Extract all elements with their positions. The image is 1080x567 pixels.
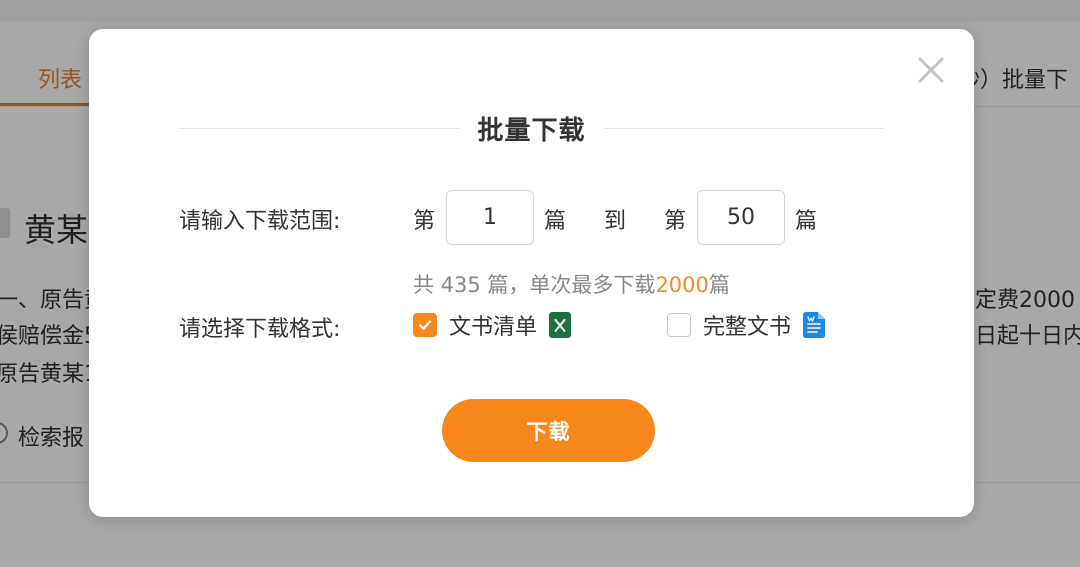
format-label: 请选择下载格式: xyxy=(179,317,341,342)
format-option-full[interactable]: 完整文书 xyxy=(667,310,826,340)
range-unit-to: 篇 xyxy=(795,209,818,234)
hint-unit: 篇 xyxy=(708,273,730,297)
close-button[interactable] xyxy=(914,53,948,87)
format-option-list[interactable]: 文书清单 xyxy=(413,310,572,340)
close-icon xyxy=(918,57,944,83)
title-divider-right xyxy=(603,127,885,129)
dialog-title: 批量下载 xyxy=(477,115,586,146)
list-checkbox[interactable] xyxy=(413,313,437,337)
range-start-input[interactable] xyxy=(446,190,534,245)
full-option-label: 完整文书 xyxy=(703,315,792,340)
hint-text: 共 435 篇，单次最多下载 xyxy=(413,273,656,297)
full-checkbox[interactable] xyxy=(667,313,691,337)
dialog-title-row: 批量下载 xyxy=(179,109,885,147)
range-label: 请输入下载范围: xyxy=(179,209,341,234)
download-button[interactable]: 下载 xyxy=(442,399,655,462)
excel-file-icon xyxy=(549,312,572,338)
check-icon xyxy=(418,320,432,330)
range-hint: 共 435 篇，单次最多下载2000篇 xyxy=(413,269,730,299)
range-unit-from: 篇 xyxy=(544,209,567,234)
list-option-label: 文书清单 xyxy=(449,315,538,340)
range-prefix-from: 第 xyxy=(413,209,436,234)
title-divider-left xyxy=(179,127,460,129)
range-prefix-to: 第 xyxy=(664,209,687,234)
batch-download-dialog: 批量下载 请输入下载范围: 第 篇 到 第 篇 共 435 篇，单次最多下载20… xyxy=(89,29,974,517)
range-to-word: 到 xyxy=(604,209,627,234)
range-end-input[interactable] xyxy=(697,190,785,245)
word-file-icon xyxy=(803,312,826,338)
hint-limit: 2000 xyxy=(655,273,709,297)
